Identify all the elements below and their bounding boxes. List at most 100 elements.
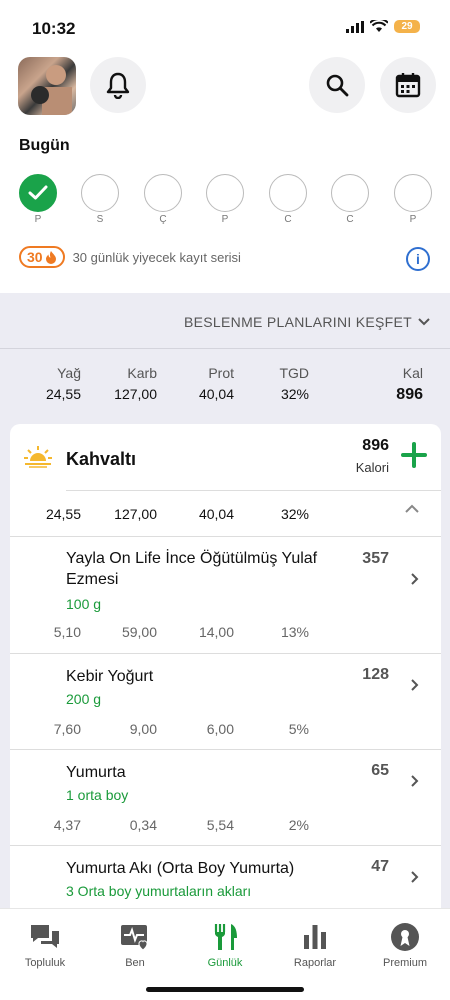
day-item[interactable]: P: [18, 174, 58, 225]
food-name: Kebir Yoğurt: [66, 668, 154, 685]
food-fat: 5,10: [53, 624, 81, 640]
nav-item-diary[interactable]: Günlük: [180, 921, 270, 969]
day-label: P: [409, 214, 417, 225]
day-circle: [394, 174, 432, 212]
day-label: C: [284, 214, 292, 225]
week-days: P S Ç P C C P: [0, 174, 450, 230]
day-circle-done: [19, 174, 57, 212]
summary-prot: Prot 40,04: [199, 365, 234, 402]
food-name: Yayla On Life İnce Öğütülmüş Yulaf Ezmes…: [66, 550, 318, 588]
day-item[interactable]: C: [268, 174, 308, 225]
explore-plans-button[interactable]: BESLENME PLANLARINI KEŞFET: [184, 314, 430, 330]
collapse-chevron-up-icon[interactable]: [405, 504, 419, 514]
chevron-right-icon: [411, 679, 419, 691]
day-label: P: [34, 214, 42, 225]
meal-kcal-label: Kalori: [355, 460, 389, 475]
food-carb: 59,00: [121, 624, 157, 640]
day-item[interactable]: P: [393, 174, 433, 225]
food-name: Yumurta: [66, 764, 126, 781]
status-icons: 29: [346, 20, 420, 33]
nav-label: Topluluk: [24, 957, 66, 969]
day-label: S: [96, 214, 104, 225]
food-item[interactable]: Kebir Yoğurt 200 g 128 7,60 9,00 6,00 5%: [10, 653, 441, 749]
day-circle: [206, 174, 244, 212]
day-label: Ç: [159, 214, 167, 225]
streak-badge[interactable]: 30: [19, 246, 65, 268]
nav-label: Premium: [382, 957, 427, 969]
food-name: Yumurta Akı (Orta Boy Yumurta): [66, 860, 295, 877]
chat-icon: [31, 925, 59, 948]
food-kcal: 128: [362, 666, 389, 683]
day-item[interactable]: P: [205, 174, 245, 225]
top-header: [0, 57, 450, 115]
meal-prot: 40,04: [198, 506, 234, 522]
nav-item-community[interactable]: Topluluk: [0, 921, 90, 969]
today-title: Bugün: [19, 137, 70, 154]
summary-rdi-value: 32%: [280, 386, 309, 402]
day-label: P: [221, 214, 229, 225]
nav-item-premium[interactable]: Premium: [360, 921, 450, 969]
info-button[interactable]: i: [406, 247, 430, 271]
info-icon: i: [416, 251, 420, 267]
flame-icon: [45, 251, 56, 264]
food-fat: 4,37: [53, 817, 81, 833]
summary-prot-value: 40,04: [198, 386, 234, 402]
fork-knife-icon: [214, 924, 237, 950]
summary-fat-label: Yağ: [57, 365, 81, 381]
food-prot: 5,54: [206, 817, 234, 833]
chevron-right-icon: [411, 871, 419, 883]
bell-icon: [106, 72, 130, 99]
day-item[interactable]: C: [330, 174, 370, 225]
chevron-right-icon: [411, 573, 419, 585]
food-carb: 0,34: [129, 817, 157, 833]
heart-monitor-icon: [121, 925, 148, 951]
meal-kcal-value: 896: [362, 437, 389, 454]
food-rdi: 13%: [280, 624, 309, 640]
home-indicator: [146, 987, 304, 992]
food-item[interactable]: Yayla On Life İnce Öğütülmüş Yulaf Ezmes…: [10, 536, 441, 653]
summary-carb-label: Karb: [127, 365, 157, 381]
food-item[interactable]: Yumurta 1 orta boy 65 4,37 0,34 5,54 2%: [10, 749, 441, 845]
day-circle: [269, 174, 307, 212]
day-circle: [144, 174, 182, 212]
status-time: 10:32: [32, 19, 76, 38]
bar-chart-icon: [304, 925, 326, 949]
notifications-button[interactable]: [90, 57, 146, 113]
streak-text: 30 günlük yiyecek kayıt serisi: [72, 249, 241, 265]
meal-fat: 24,55: [45, 506, 81, 522]
check-icon: [28, 185, 48, 200]
meal-carb: 127,00: [114, 506, 157, 522]
chevron-right-icon: [411, 775, 419, 787]
meal-header[interactable]: Kahvaltı 896 Kalori: [10, 424, 441, 490]
summary-fat-value: 24,55: [45, 386, 81, 402]
meal-card-breakfast: Kahvaltı 896 Kalori 24,55 127,00 40,04 3…: [10, 424, 441, 924]
nav-label: Günlük: [207, 957, 243, 969]
food-carb: 9,00: [129, 721, 157, 737]
nav-item-reports[interactable]: Raporlar: [270, 921, 360, 969]
day-item[interactable]: S: [80, 174, 120, 225]
streak-row: 30 30 günlük yiyecek kayıt serisi: [19, 246, 241, 268]
search-icon: [326, 74, 349, 97]
avatar[interactable]: [18, 57, 76, 115]
summary-kcal: Kal 896: [396, 365, 423, 404]
calendar-icon: [395, 73, 421, 98]
day-circle: [81, 174, 119, 212]
food-kcal: 47: [371, 858, 389, 875]
explore-plans-label: BESLENME PLANLARINI KEŞFET: [184, 314, 412, 330]
summary-prot-label: Prot: [208, 365, 234, 381]
streak-count: 30: [27, 249, 43, 265]
calendar-button[interactable]: [380, 57, 436, 113]
food-fat: 7,60: [53, 721, 81, 737]
wifi-icon: [370, 20, 388, 32]
search-button[interactable]: [309, 57, 365, 113]
food-portion: 1 orta boy: [66, 787, 129, 803]
nav-label: Raporlar: [293, 957, 337, 969]
food-rdi: 2%: [288, 817, 309, 833]
add-food-button[interactable]: [401, 442, 427, 468]
nav-item-me[interactable]: Ben: [90, 921, 180, 969]
food-kcal: 357: [362, 550, 389, 567]
food-prot: 6,00: [206, 721, 234, 737]
meal-rdi: 32%: [280, 506, 309, 522]
summary-rdi: TGD 32%: [279, 365, 309, 402]
day-item[interactable]: Ç: [143, 174, 183, 225]
